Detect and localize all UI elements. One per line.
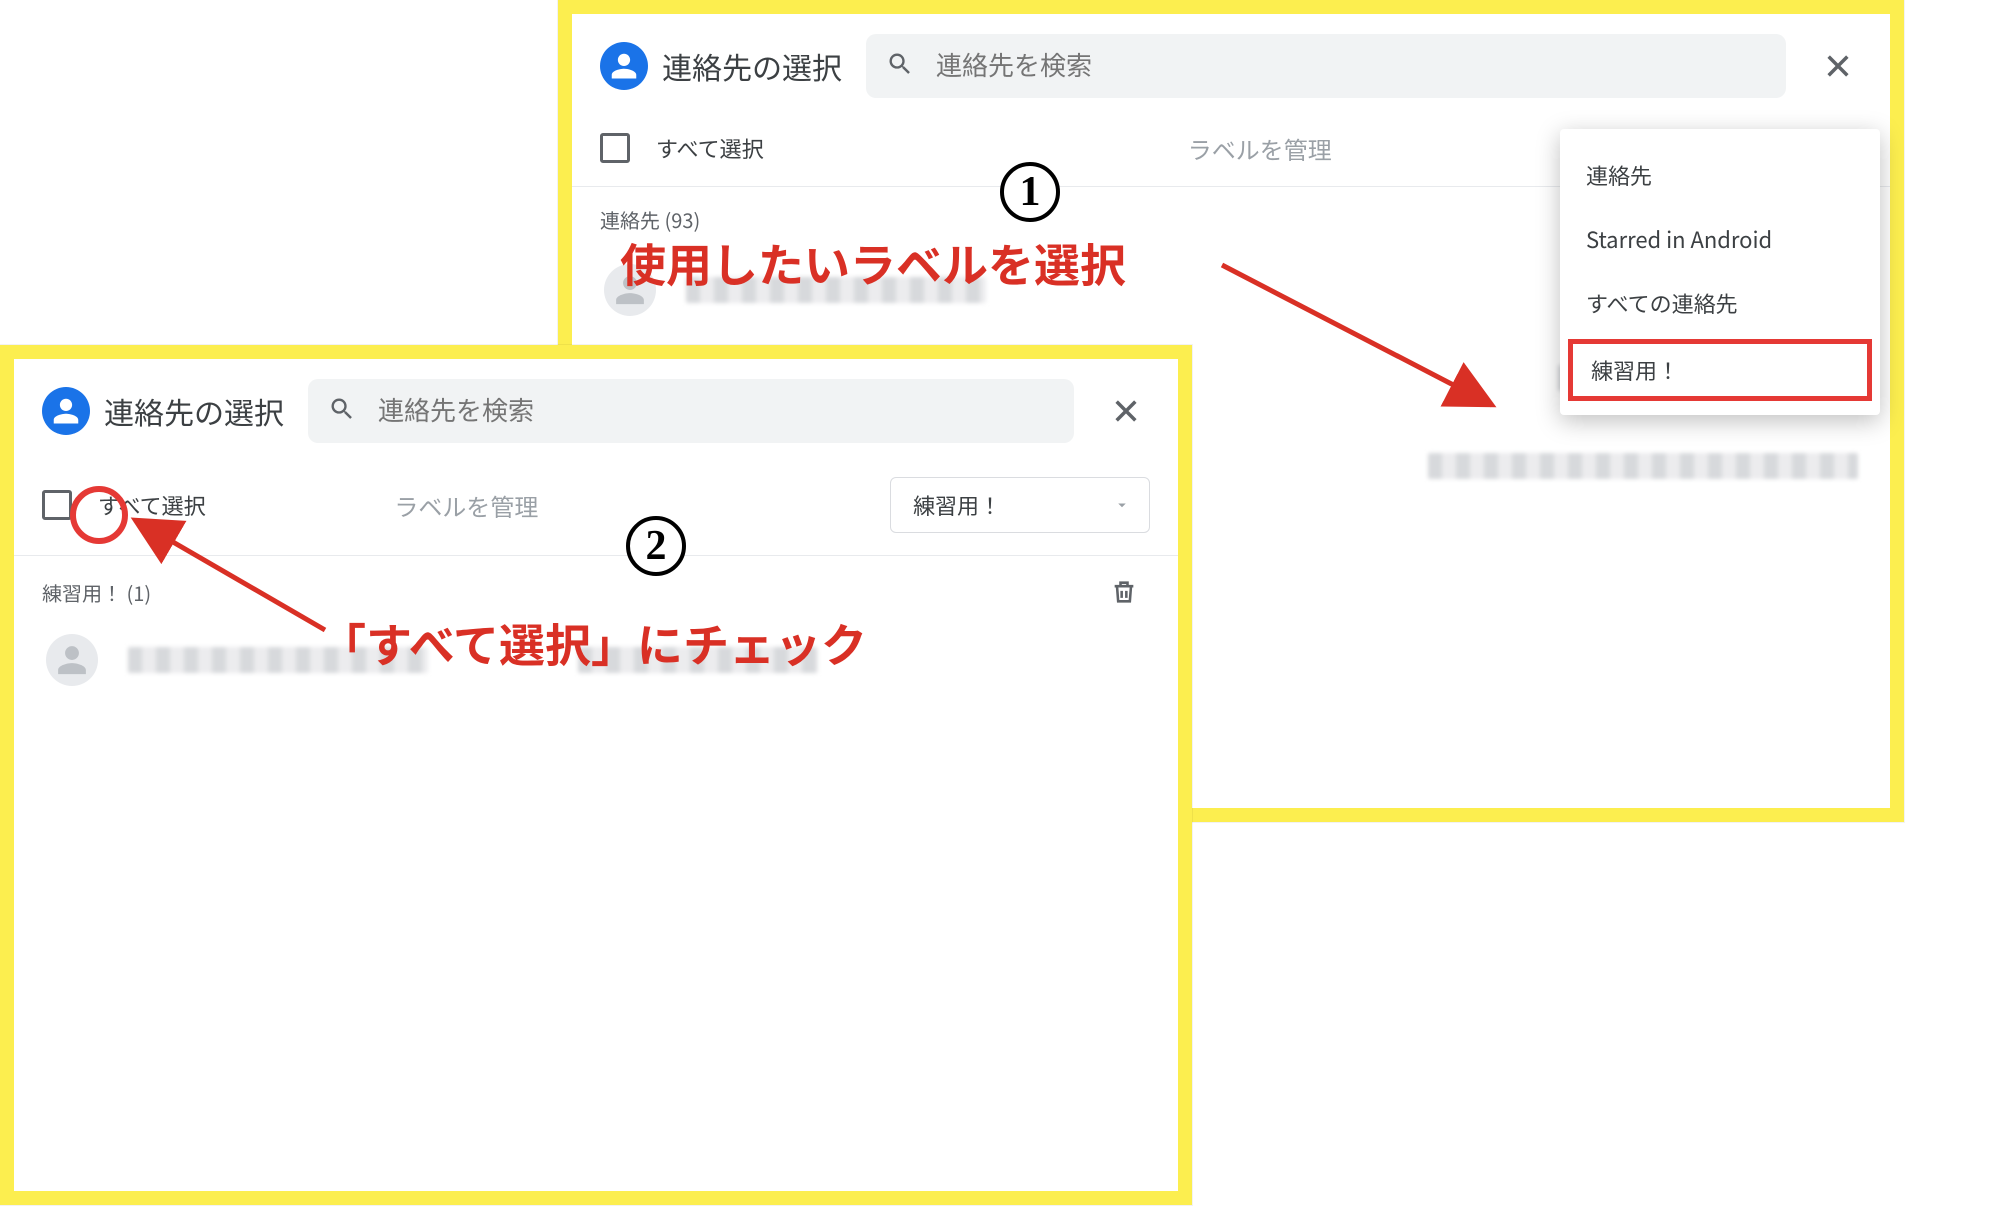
delete-button[interactable] bbox=[1106, 574, 1142, 610]
search-field[interactable] bbox=[308, 379, 1074, 443]
contact-name-redacted bbox=[128, 647, 428, 673]
menu-item-contacts[interactable]: 連絡先 bbox=[1560, 143, 1880, 207]
close-button[interactable] bbox=[1814, 42, 1862, 90]
contact-email-redacted bbox=[578, 647, 818, 673]
search-icon bbox=[328, 395, 356, 428]
close-button[interactable] bbox=[1102, 387, 1150, 435]
contact-list bbox=[14, 610, 1178, 710]
dialog-toolbar: すべて選択 ラベルを管理 練習用！ bbox=[14, 463, 1178, 556]
menu-item-all-contacts[interactable]: すべての連絡先 bbox=[1560, 271, 1880, 335]
dialog-header: 連絡先の選択 bbox=[14, 359, 1178, 463]
select-all-checkbox[interactable] bbox=[42, 490, 72, 520]
dialog-select-contacts-2: 連絡先の選択 すべて選択 ラベルを管理 練習用！ 練習用！ (1) bbox=[0, 345, 1192, 1205]
manage-labels-button[interactable]: ラベルを管理 bbox=[394, 488, 538, 523]
search-icon bbox=[886, 50, 914, 83]
label-select[interactable]: 練習用！ bbox=[890, 477, 1150, 533]
contacts-app-icon bbox=[42, 387, 90, 435]
dialog-header: 連絡先の選択 bbox=[572, 14, 1890, 118]
chevron-down-icon bbox=[1113, 489, 1131, 521]
menu-item-practice[interactable]: 練習用！ bbox=[1568, 339, 1872, 401]
label-dropdown-menu: 連絡先 Starred in Android すべての連絡先 練習用！ bbox=[1560, 129, 1880, 415]
search-field[interactable] bbox=[866, 34, 1786, 98]
search-input[interactable] bbox=[934, 50, 1766, 83]
section-header: 練習用！ (1) bbox=[42, 578, 151, 607]
dialog-title: 連絡先の選択 bbox=[104, 389, 284, 433]
contacts-app-icon bbox=[600, 42, 648, 90]
select-all-label: すべて選択 bbox=[98, 489, 206, 521]
dialog-title: 連絡先の選択 bbox=[662, 44, 842, 88]
avatar bbox=[46, 634, 98, 686]
label-select-value: 練習用！ bbox=[913, 489, 1001, 521]
search-input[interactable] bbox=[376, 395, 1054, 428]
select-all-checkbox[interactable] bbox=[600, 133, 630, 163]
contact-email-redacted bbox=[1428, 453, 1858, 479]
avatar bbox=[604, 264, 656, 316]
menu-item-starred[interactable]: Starred in Android bbox=[1560, 207, 1880, 271]
manage-labels-button[interactable]: ラベルを管理 bbox=[1188, 131, 1332, 166]
select-all-label: すべて選択 bbox=[656, 132, 764, 164]
list-item[interactable] bbox=[38, 616, 1154, 704]
contact-name-redacted bbox=[686, 277, 986, 303]
